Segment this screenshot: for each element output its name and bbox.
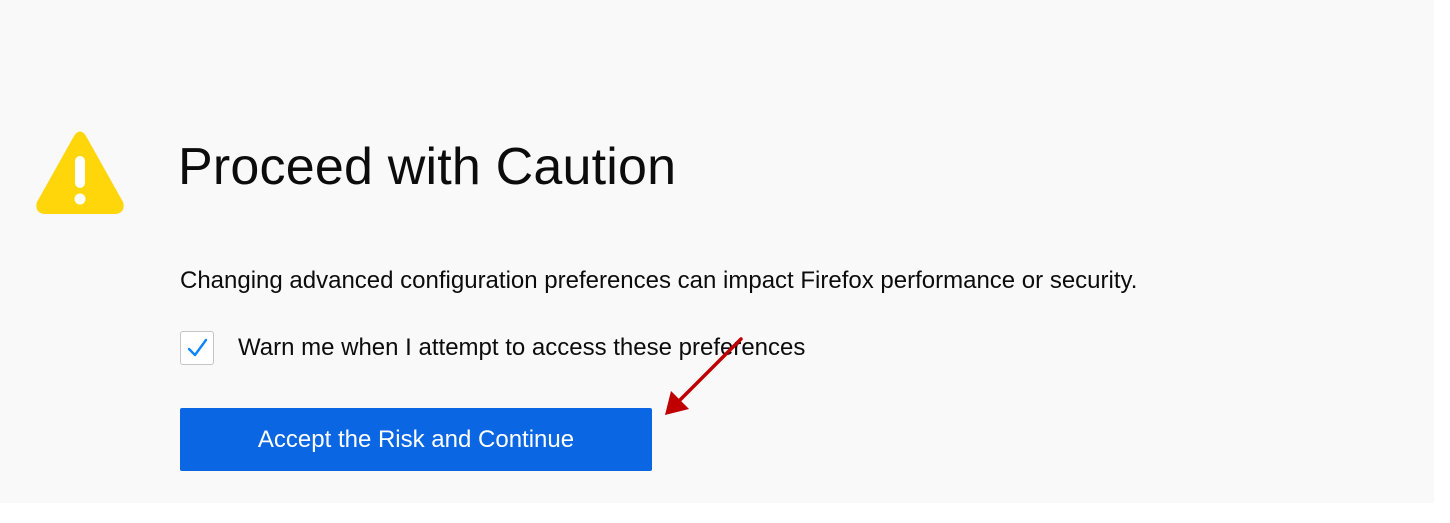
- caution-page: Proceed with Caution Changing advanced c…: [0, 0, 1434, 503]
- warn-checkbox-label: Warn me when I attempt to access these p…: [238, 334, 806, 361]
- page-title: Proceed with Caution: [178, 138, 677, 196]
- warn-checkbox[interactable]: [180, 331, 214, 365]
- warning-triangle-icon: [34, 126, 126, 218]
- accept-risk-button[interactable]: Accept the Risk and Continue: [180, 408, 652, 471]
- checkmark-icon: [187, 338, 208, 357]
- warning-description: Changing advanced configuration preferen…: [180, 267, 1138, 294]
- warn-preference-row[interactable]: Warn me when I attempt to access these p…: [180, 330, 805, 366]
